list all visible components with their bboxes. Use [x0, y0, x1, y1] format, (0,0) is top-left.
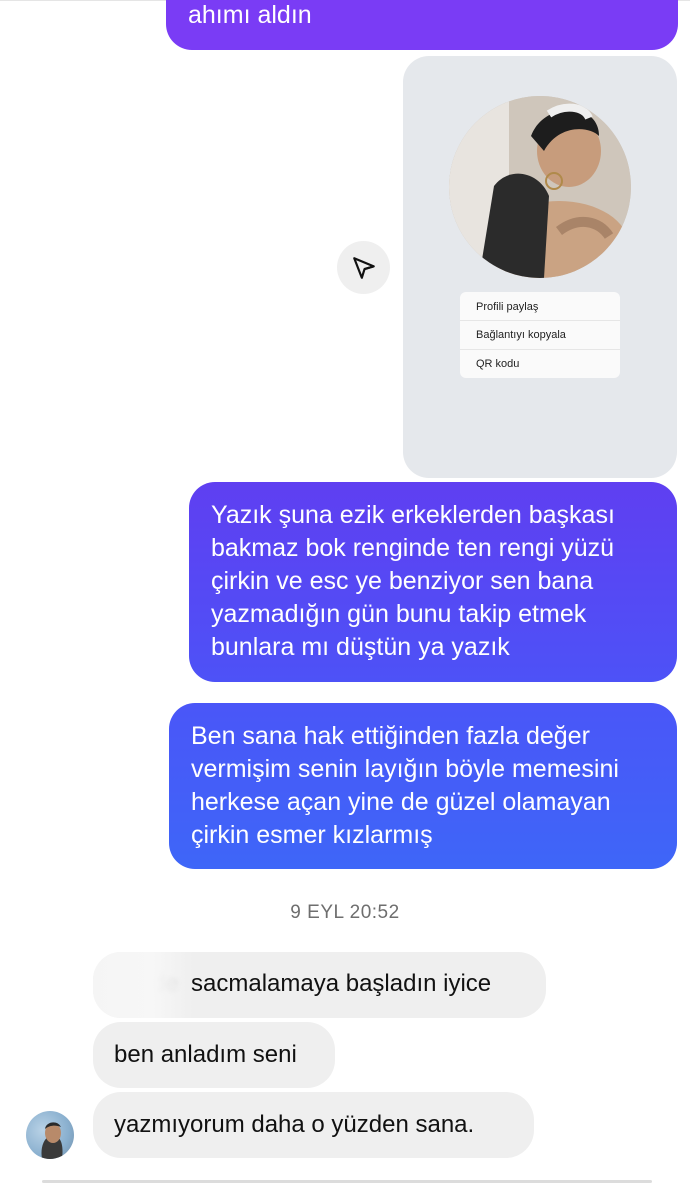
- share-button[interactable]: [337, 241, 390, 294]
- outgoing-message[interactable]: Yazık şuna ezik erkeklerden başkası bakm…: [189, 482, 677, 682]
- contact-avatar[interactable]: [26, 1111, 74, 1159]
- profile-photo: [449, 96, 631, 278]
- message-text: ben anladım seni: [114, 1041, 297, 1068]
- timestamp: 9 EYL 20:52: [290, 902, 400, 923]
- menu-item-copy-link: Bağlantıyı kopyala: [476, 329, 566, 341]
- menu-divider: [460, 349, 620, 350]
- message-text: yazmıyorum daha o yüzden sana.: [114, 1111, 475, 1138]
- outgoing-message[interactable]: ahımı aldın: [166, 0, 678, 50]
- message-text: Yazık şuna ezik erkeklerden başkası bakm…: [211, 501, 615, 661]
- outgoing-message[interactable]: Ben sana hak ettiğinden fazla değer verm…: [169, 703, 677, 869]
- send-icon: [352, 256, 375, 279]
- incoming-message[interactable]: yazmıyorum daha o yüzden sana.: [93, 1092, 534, 1158]
- menu-divider: [460, 320, 620, 321]
- menu-item-qr-code: QR kodu: [476, 358, 520, 370]
- incoming-message[interactable]: sende sacmalamaya başladın iyice: [93, 952, 546, 1018]
- shared-profile-screenshot[interactable]: Profili paylaş Bağlantıyı kopyala QR kod…: [403, 56, 677, 478]
- blur-overlay: [93, 952, 193, 1018]
- message-text: Ben sana hak ettiğinden fazla değer verm…: [191, 722, 619, 849]
- message-text: ahımı aldın: [188, 1, 312, 29]
- message-text: sacmalamaya başladın iyice: [191, 970, 492, 997]
- menu-item-share-profile: Profili paylaş: [476, 301, 539, 313]
- incoming-message[interactable]: ben anladım seni: [93, 1022, 335, 1088]
- profile-menu: Profili paylaş Bağlantıyı kopyala QR kod…: [460, 292, 620, 378]
